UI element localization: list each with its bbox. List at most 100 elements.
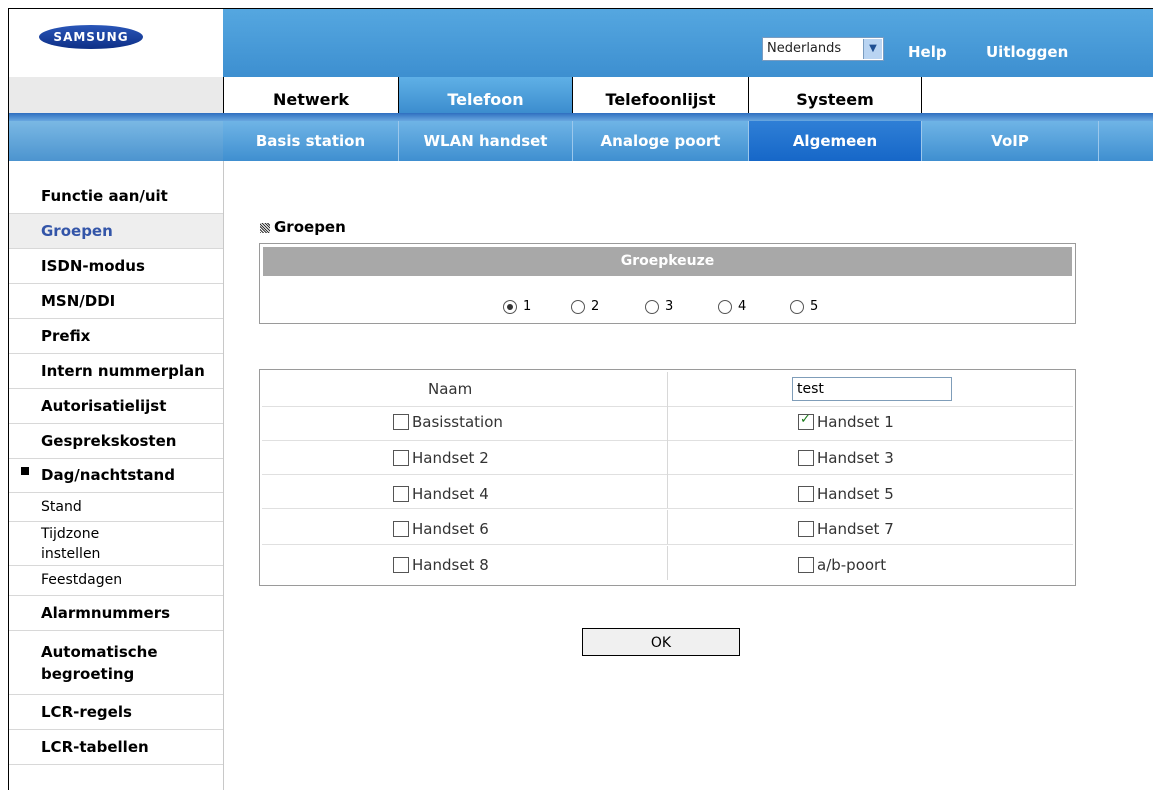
radio-selected-icon[interactable] xyxy=(503,299,517,314)
tab-telefoonlijst[interactable]: Telefoonlijst xyxy=(573,77,749,115)
sidebar-item-msn[interactable]: MSN/DDI xyxy=(9,284,223,319)
radio-icon[interactable] xyxy=(571,299,585,314)
radio-group-3[interactable]: 3 xyxy=(645,299,673,314)
checkbox-icon[interactable] xyxy=(798,556,814,573)
sidebar: Functie aan/uit Groepen ISDN-modus MSN/D… xyxy=(9,161,224,790)
column-divider xyxy=(667,372,668,406)
sidebar-item-prefix[interactable]: Prefix xyxy=(9,319,223,354)
checkbox-label: Handset 8 xyxy=(412,556,489,574)
sidebar-item-label: Dag/nachtstand xyxy=(41,466,175,484)
radio-label: 4 xyxy=(738,299,747,314)
sidebar-item-gesprekskosten[interactable]: Gesprekskosten xyxy=(9,424,223,459)
table-row: Naam test xyxy=(262,372,1073,407)
subtab-wlan-handset[interactable]: WLAN handset xyxy=(399,121,573,161)
page-title-text: Groepen xyxy=(274,218,346,236)
sidebar-subitem-stand[interactable]: Stand xyxy=(9,493,223,522)
group-select-box: Groepkeuze 1 2 3 4 5 xyxy=(259,243,1076,324)
subtab-analoge-poort[interactable]: Analoge poort xyxy=(573,121,749,161)
checkbox-handset-7[interactable]: Handset 7 xyxy=(798,520,894,538)
members-table: Naam test Basisstation Handset 1 Handset… xyxy=(259,369,1076,586)
help-link[interactable]: Help xyxy=(908,43,947,61)
sidebar-item-functie[interactable]: Functie aan/uit xyxy=(9,179,223,214)
table-row: Handset 8 a/b-poort xyxy=(262,546,1073,580)
bullet-icon xyxy=(21,467,29,475)
radio-group-1[interactable]: 1 xyxy=(503,299,531,314)
checkbox-icon[interactable] xyxy=(798,520,814,537)
sidebar-item-lcr-regels[interactable]: LCR-regels xyxy=(9,695,223,730)
app-frame: SAMSUNG Nederlands ▼ Help Uitloggen Netw… xyxy=(8,8,1153,790)
checkbox-checked-icon[interactable] xyxy=(798,412,814,430)
subtab-algemeen[interactable]: Algemeen xyxy=(749,121,922,161)
sidebar-subitem-tijdzone[interactable]: Tijdzone instellen xyxy=(9,522,223,566)
tab-divider xyxy=(9,113,1153,121)
radio-icon[interactable] xyxy=(645,299,659,314)
sidebar-item-nummerplan[interactable]: Intern nummerplan xyxy=(9,354,223,389)
checkbox-handset-1[interactable]: Handset 1 xyxy=(798,412,894,431)
table-row: Handset 4 Handset 5 xyxy=(262,474,1073,509)
checkbox-icon[interactable] xyxy=(393,449,409,466)
logo-area: SAMSUNG xyxy=(9,9,223,77)
radio-label: 3 xyxy=(665,299,674,314)
tab-telefoon[interactable]: Telefoon xyxy=(399,77,573,115)
samsung-logo: SAMSUNG xyxy=(39,25,143,49)
main-tab-bar: Netwerk Telefoon Telefoonlijst Systeem xyxy=(9,77,1153,117)
checkbox-label: a/b-poort xyxy=(817,556,887,574)
checkbox-label: Handset 1 xyxy=(817,413,894,431)
group-header: Groepkeuze xyxy=(263,247,1072,276)
column-divider xyxy=(667,546,668,580)
language-select[interactable]: Nederlands ▼ xyxy=(762,37,884,61)
checkbox-basisstation[interactable]: Basisstation xyxy=(393,413,503,431)
checkbox-icon[interactable] xyxy=(393,413,409,430)
chevron-down-icon[interactable]: ▼ xyxy=(863,39,882,59)
tab-netwerk[interactable]: Netwerk xyxy=(223,77,399,115)
sidebar-item-isdn[interactable]: ISDN-modus xyxy=(9,249,223,284)
column-divider xyxy=(667,510,668,544)
radio-group-2[interactable]: 2 xyxy=(571,299,599,314)
radio-icon[interactable] xyxy=(718,299,732,314)
table-row: Handset 6 Handset 7 xyxy=(262,510,1073,545)
sidebar-item-lcr-tabellen[interactable]: LCR-tabellen xyxy=(9,730,223,765)
checkbox-icon[interactable] xyxy=(393,556,409,573)
top-bar: Nederlands ▼ Help Uitloggen xyxy=(223,9,1153,77)
radio-icon[interactable] xyxy=(790,299,804,314)
sidebar-item-alarmnummers[interactable]: Alarmnummers xyxy=(9,596,223,631)
subtab-voip[interactable]: VoIP xyxy=(922,121,1099,161)
checkbox-handset-6[interactable]: Handset 6 xyxy=(393,520,489,538)
sidebar-subitem-feestdagen[interactable]: Feestdagen xyxy=(9,566,223,596)
checkbox-handset-3[interactable]: Handset 3 xyxy=(798,449,894,467)
sidebar-item-groepen[interactable]: Groepen xyxy=(9,214,223,249)
radio-group-4[interactable]: 4 xyxy=(718,299,746,314)
column-divider xyxy=(667,474,668,508)
table-row: Handset 2 Handset 3 xyxy=(262,440,1073,475)
name-input[interactable]: test xyxy=(792,377,952,401)
radio-label: 5 xyxy=(810,299,819,314)
column-divider xyxy=(667,440,668,474)
checkbox-ab-poort[interactable]: a/b-poort xyxy=(798,556,886,574)
checkbox-handset-2[interactable]: Handset 2 xyxy=(393,449,489,467)
radio-label: 2 xyxy=(591,299,600,314)
subtab-basis-station[interactable]: Basis station xyxy=(223,121,399,161)
tab-systeem[interactable]: Systeem xyxy=(749,77,922,115)
checkbox-label: Handset 7 xyxy=(817,520,894,538)
checkbox-icon[interactable] xyxy=(393,485,409,502)
page-title: Groepen xyxy=(260,218,346,236)
ok-button[interactable]: OK xyxy=(582,628,740,656)
checkbox-handset-4[interactable]: Handset 4 xyxy=(393,485,489,503)
table-row: Basisstation Handset 1 xyxy=(262,406,1073,441)
sidebar-item-begroeting[interactable]: Automatische begroeting xyxy=(9,631,223,695)
language-value: Nederlands xyxy=(767,41,842,56)
checkbox-icon[interactable] xyxy=(798,485,814,502)
checkbox-handset-8[interactable]: Handset 8 xyxy=(393,556,489,574)
checkbox-handset-5[interactable]: Handset 5 xyxy=(798,485,894,503)
checkbox-label: Handset 6 xyxy=(412,520,489,538)
tabbar-spacer xyxy=(9,77,223,117)
logout-link[interactable]: Uitloggen xyxy=(986,43,1068,61)
radio-label: 1 xyxy=(523,299,532,314)
radio-group-5[interactable]: 5 xyxy=(790,299,818,314)
sidebar-item-dagnacht[interactable]: Dag/nachtstand xyxy=(9,459,223,493)
sidebar-item-autorisatielijst[interactable]: Autorisatielijst xyxy=(9,389,223,424)
checkbox-label: Basisstation xyxy=(412,413,503,431)
checkbox-label: Handset 5 xyxy=(817,485,894,503)
checkbox-icon[interactable] xyxy=(393,520,409,537)
checkbox-icon[interactable] xyxy=(798,449,814,466)
